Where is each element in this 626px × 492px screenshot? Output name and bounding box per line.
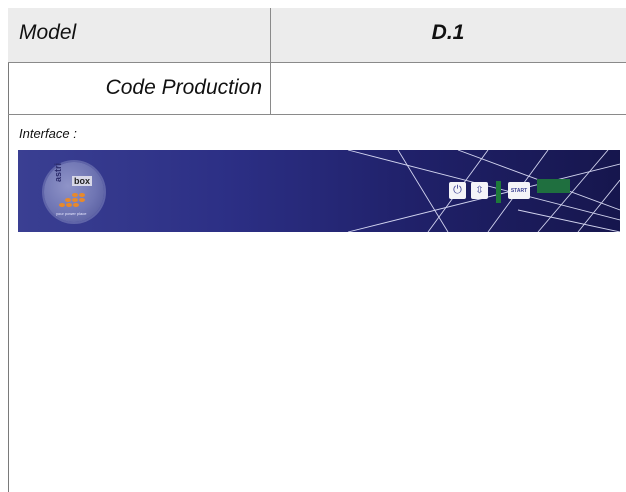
green-display xyxy=(537,179,570,193)
green-status-indicator xyxy=(496,181,501,203)
interface-label: Interface : xyxy=(19,126,77,141)
start-button-label: START xyxy=(510,187,528,194)
model-label-cell: Model xyxy=(8,8,270,62)
up-down-button[interactable]: ⇳ xyxy=(471,182,488,199)
logo-tagline: your power place xyxy=(56,211,87,216)
model-row: Model D.1 xyxy=(8,8,626,63)
logo-box-text: box xyxy=(72,176,93,186)
code-production-label-cell: Code Production xyxy=(8,62,270,114)
start-button[interactable]: START xyxy=(508,182,530,199)
model-value: D.1 xyxy=(431,21,465,44)
brand-logo: astri box your power place xyxy=(44,162,104,222)
code-production-label: Code Production xyxy=(105,76,262,99)
power-icon: ⏻ xyxy=(453,184,462,196)
code-production-value-cell xyxy=(270,62,626,114)
power-button[interactable]: ⏻ xyxy=(449,182,466,199)
up-down-arrows-icon: ⇳ xyxy=(475,184,484,196)
logo-side-text: astri xyxy=(53,162,63,182)
logo-dots-icon xyxy=(59,193,85,207)
document-sheet: Model D.1 Code Production Interface : as… xyxy=(8,8,626,492)
model-value-cell: D.1 xyxy=(270,8,626,62)
column-divider xyxy=(270,8,271,115)
code-production-row: Code Production xyxy=(8,62,626,115)
interface-banner: astri box your power place ⏻ ⇳ START xyxy=(18,150,620,232)
model-label: Model xyxy=(19,21,77,44)
